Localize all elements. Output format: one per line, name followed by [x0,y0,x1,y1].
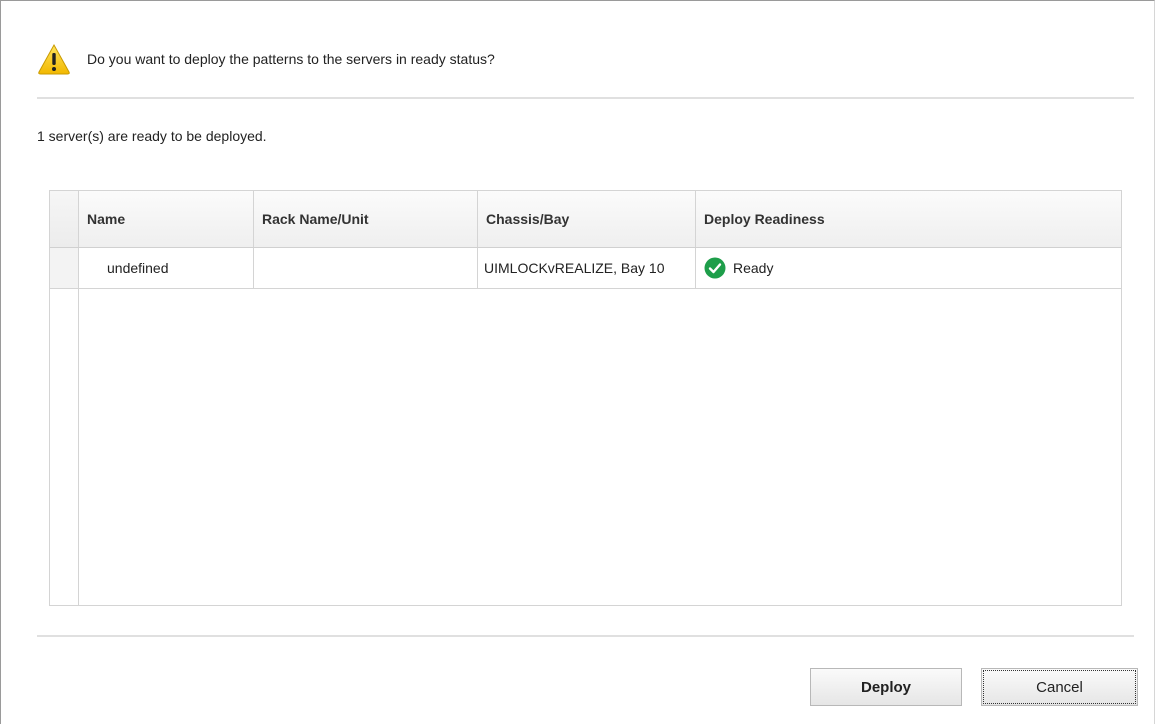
cell-readiness: Ready [696,248,1122,288]
deploy-button[interactable]: Deploy [810,668,962,706]
question-row: Do you want to deploy the patterns to th… [37,41,495,77]
header-gutter [50,191,79,247]
column-header-rack[interactable]: Rack Name/Unit [254,191,478,247]
cancel-button[interactable]: Cancel [981,668,1138,706]
bottom-divider [37,635,1134,637]
cell-rack [254,248,478,288]
readiness-label: Ready [733,260,774,276]
warning-triangle-icon [38,43,70,75]
top-divider [37,97,1134,99]
table-row[interactable]: undefined UIMLOCKvREALIZE, Bay 10 Ready [50,248,1122,289]
cell-chassis: UIMLOCKvREALIZE, Bay 10 [478,248,696,288]
dialog-question: Do you want to deploy the patterns to th… [87,51,495,67]
column-header-readiness[interactable]: Deploy Readiness [696,191,1121,247]
table-header-row: Name Rack Name/Unit Chassis/Bay Deploy R… [50,191,1121,248]
row-gutter-cell [50,248,79,288]
column-header-chassis[interactable]: Chassis/Bay [478,191,696,247]
ready-count-message: 1 server(s) are ready to be deployed. [37,128,267,144]
cell-name: undefined [79,248,254,288]
column-header-name[interactable]: Name [79,191,254,247]
check-circle-icon [704,257,726,279]
deploy-confirmation-dialog: Do you want to deploy the patterns to th… [0,0,1155,724]
servers-table: Name Rack Name/Unit Chassis/Bay Deploy R… [49,190,1122,606]
